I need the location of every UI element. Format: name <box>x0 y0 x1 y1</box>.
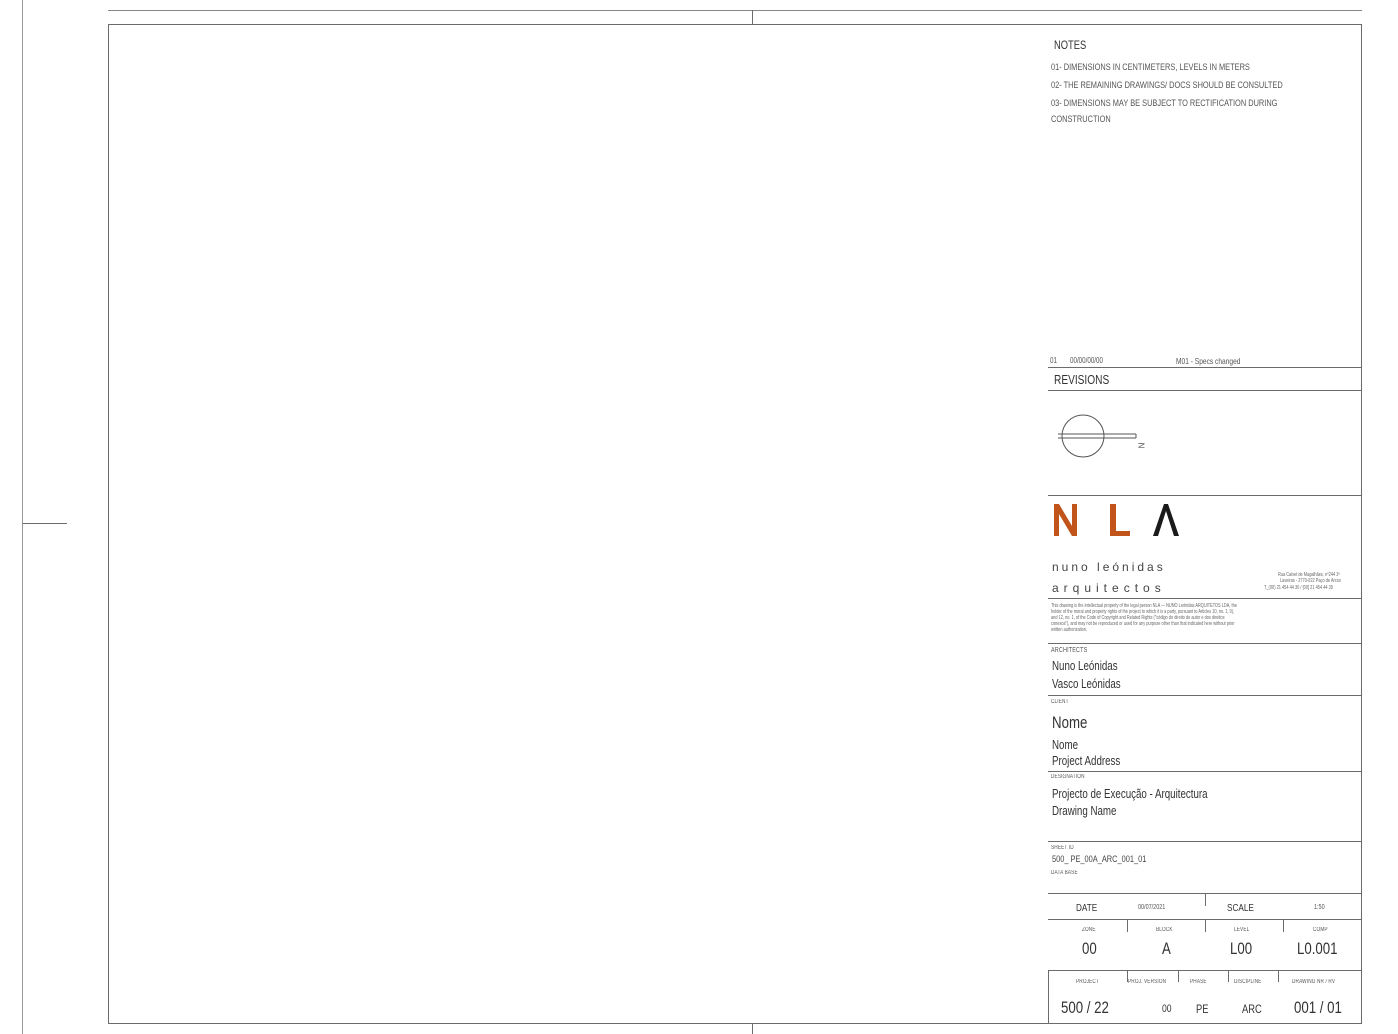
north-arrow-icon <box>1056 410 1156 467</box>
note-item: 01- DIMENSIONS IN CENTIMETERS, LEVELS IN… <box>1051 62 1250 73</box>
level-divider <box>1283 920 1284 932</box>
logo-bottom-line <box>1048 598 1362 599</box>
discipline-label: DISCIPLINE <box>1234 979 1262 985</box>
client-name-secondary: Nome <box>1052 738 1079 752</box>
sheet-id-value: 500_ PE_00A_ARC_001_01 <box>1052 854 1147 865</box>
phase-divider <box>1228 970 1229 982</box>
scale-value: 1:50 <box>1314 904 1325 911</box>
discipline-divider <box>1278 970 1279 982</box>
office-address-line: T_(00) 21 454 44 30 / [00] 21 454 44 39 <box>1264 585 1333 591</box>
level-value: L00 <box>1230 939 1253 958</box>
drawingnr-label: DRAWING NR / RV <box>1292 979 1336 985</box>
client-label: CLIENT <box>1051 699 1069 705</box>
date-scale-divider <box>1205 894 1206 906</box>
date-value: 00/07/2021 <box>1138 904 1166 911</box>
architect-name: Nuno Leónidas <box>1052 659 1118 673</box>
block-value: A <box>1162 939 1171 958</box>
title-block: NOTES 01- DIMENSIONS IN CENTIMETERS, LEV… <box>1048 24 1362 1024</box>
project-value: 500 / 22 <box>1061 998 1109 1017</box>
logo-line2: arquitectos <box>1052 581 1166 595</box>
revision-number: 01 <box>1050 356 1057 365</box>
comp-value: L0.001 <box>1297 939 1338 958</box>
designation-label: DESIGNATION <box>1051 774 1085 780</box>
office-address-line: Laveiras - 2770-022 Paço de Arcos <box>1280 578 1341 584</box>
designation-bottom-line <box>1048 841 1362 842</box>
designation-line1: Projecto de Execução - Arquitectura <box>1052 787 1208 801</box>
client-name: Nome <box>1052 713 1088 732</box>
zone-value: 00 <box>1082 939 1097 958</box>
note-item: 02- THE REMAINING DRAWINGS/ DOCS SHOULD … <box>1051 80 1283 91</box>
revision-row-line <box>1048 367 1362 368</box>
left-border-line <box>22 0 23 1034</box>
level-label: LEVEL <box>1234 927 1250 933</box>
projversion-label: PROJ. VERSION <box>1128 979 1167 985</box>
architects-bottom-line <box>1048 695 1362 696</box>
top-center-tick <box>752 10 753 24</box>
drawingnr-value: 001 / 01 <box>1294 998 1342 1017</box>
scale-label: SCALE <box>1227 902 1254 914</box>
block-divider <box>1205 920 1206 932</box>
zone-divider <box>1127 920 1128 932</box>
notes-title: NOTES <box>1054 38 1087 52</box>
designation-line2: Drawing Name <box>1052 804 1117 818</box>
zone-label: ZONE <box>1082 927 1096 933</box>
sheet-id-label: SHEET ID <box>1051 845 1074 851</box>
north-label: N <box>1136 442 1146 449</box>
client-bottom-line <box>1048 771 1362 772</box>
note-item: CONSTRUCTION <box>1051 114 1111 125</box>
revision-date: 00/00/00/00 <box>1070 356 1103 365</box>
revisions-bottom-line <box>1048 390 1362 391</box>
logo-line1: nuno leónidas <box>1052 560 1166 574</box>
client-address: Project Address <box>1052 754 1121 768</box>
comp-label: COMP <box>1313 927 1328 933</box>
phase-label: PHASE <box>1190 979 1207 985</box>
copyright-line: written authorization. <box>1051 627 1087 633</box>
block-label: BLOCK <box>1156 927 1173 933</box>
left-center-tick <box>22 523 67 524</box>
projversion-divider <box>1178 970 1179 982</box>
architects-label: ARCHITECTS <box>1051 647 1088 654</box>
revisions-title: REVISIONS <box>1054 372 1110 387</box>
project-label: PROJECT <box>1076 979 1099 985</box>
date-label: DATE <box>1076 902 1098 914</box>
revision-description: M01 - Specs changed <box>1176 356 1241 366</box>
database-label: DATA BASE <box>1051 870 1078 876</box>
projversion-value: 00 <box>1162 1003 1172 1015</box>
discipline-value: ARC <box>1242 1002 1262 1016</box>
bottom-center-tick <box>752 1024 753 1034</box>
architect-name: Vasco Leónidas <box>1052 677 1121 691</box>
note-item: 03- DIMENSIONS MAY BE SUBJECT TO RECTIFI… <box>1051 98 1278 109</box>
nla-logo <box>1052 500 1182 545</box>
copyright-bottom-line <box>1048 643 1362 644</box>
north-bottom-line <box>1048 495 1362 496</box>
phase-value: PE <box>1196 1002 1209 1016</box>
top-border-line <box>108 10 1362 11</box>
